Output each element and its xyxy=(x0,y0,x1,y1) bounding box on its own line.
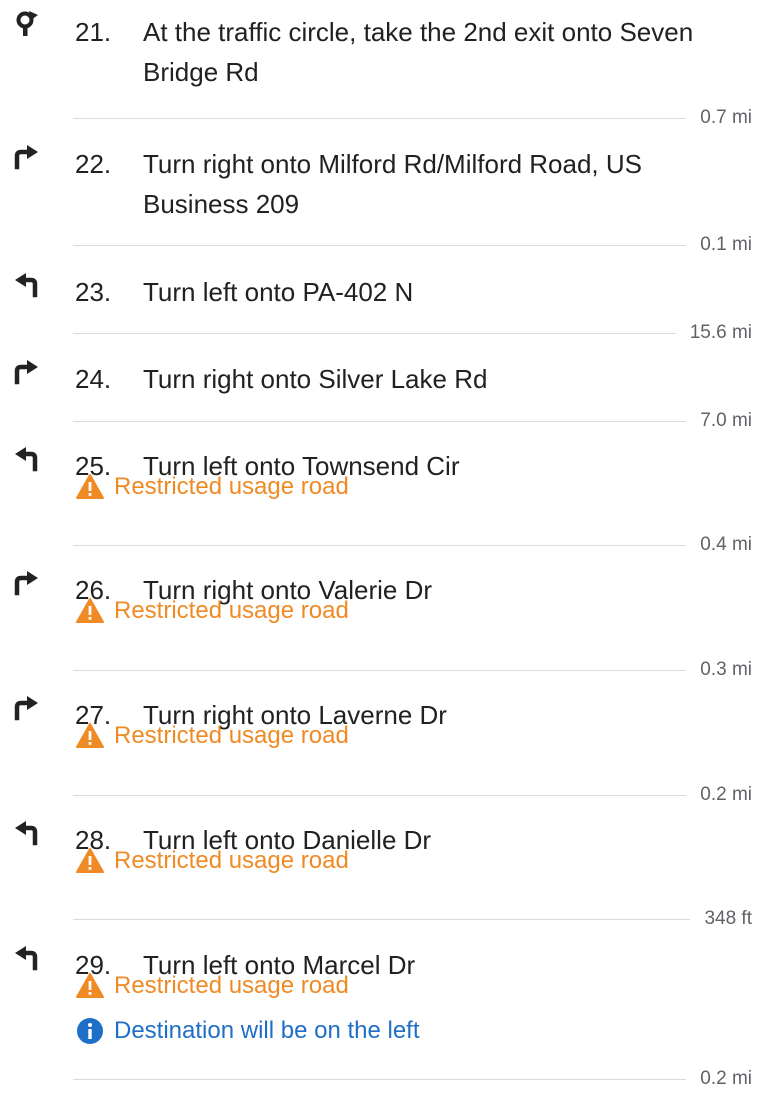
info-icon xyxy=(75,1016,105,1046)
divider xyxy=(73,332,676,334)
warning-icon xyxy=(75,472,105,502)
step-instruction: Turn left onto PA-402 N xyxy=(143,277,414,307)
divider xyxy=(73,1078,687,1080)
step-distance-row: 0.2 mi xyxy=(73,1064,752,1094)
direction-step[interactable]: 26. Turn right onto Valerie Dr Restricted … xyxy=(0,558,759,685)
turn-right-icon xyxy=(12,693,42,723)
restricted-road-notice: Restricted usage road xyxy=(75,471,349,503)
notice-text: Restricted usage road xyxy=(114,597,349,624)
divider xyxy=(73,244,687,246)
turn-right-icon xyxy=(12,357,42,387)
restricted-road-notice: Restricted usage road xyxy=(75,845,349,877)
warning-icon xyxy=(75,971,105,1001)
step-distance: 0.7 mi xyxy=(700,107,752,128)
direction-step[interactable]: 24. Turn right onto Silver Lake Rd 7.0 mi xyxy=(0,347,759,436)
traffic-circle-icon xyxy=(12,10,42,40)
step-distance: 0.3 mi xyxy=(700,659,752,680)
step-distance: 348 ft xyxy=(704,908,752,929)
restricted-road-notice: Restricted usage road xyxy=(75,595,349,627)
divider xyxy=(73,669,687,671)
direction-step[interactable]: 23. Turn left onto PA-402 N 15.6 mi xyxy=(0,260,759,348)
step-distance-row: 15.6 mi xyxy=(73,318,752,348)
step-instruction: Turn right onto Milford Rd/Milford Road,… xyxy=(143,149,643,219)
direction-step[interactable]: 29. Turn left onto Marcel Dr Restricted us… xyxy=(0,933,759,1094)
direction-step[interactable]: 22. Turn right onto Milford Rd/Milford Ro… xyxy=(0,132,759,260)
turn-right-icon xyxy=(12,568,42,598)
divider xyxy=(73,117,687,119)
step-distance-row: 0.7 mi xyxy=(73,103,752,133)
restricted-road-notice: Restricted usage road xyxy=(75,970,349,1002)
step-distance: 0.1 mi xyxy=(700,234,752,255)
step-distance-row: 7.0 mi xyxy=(73,406,752,436)
divider xyxy=(73,918,691,920)
divider xyxy=(73,420,687,422)
turn-right-icon xyxy=(12,142,42,172)
notice-text: Destination will be on the left xyxy=(114,1017,420,1044)
step-distance: 15.6 mi xyxy=(689,322,752,343)
notice-text: Restricted usage road xyxy=(114,473,349,500)
step-number: 22. xyxy=(75,149,112,179)
warning-icon xyxy=(75,846,105,876)
step-distance-row: 0.4 mi xyxy=(73,530,752,560)
warning-icon xyxy=(75,721,105,751)
turn-left-icon xyxy=(12,444,42,474)
step-distance: 0.4 mi xyxy=(700,534,752,555)
step-number: 21. xyxy=(75,17,112,47)
turn-left-icon xyxy=(12,943,42,973)
notice-text: Restricted usage road xyxy=(114,972,349,999)
direction-step[interactable]: 25. Turn left onto Townsend Cir Restricted… xyxy=(0,434,759,560)
turn-left-icon xyxy=(12,270,42,300)
direction-step[interactable]: 27. Turn right onto Laverne Dr Restricted … xyxy=(0,683,759,810)
divider xyxy=(73,794,687,796)
direction-step[interactable]: 21. At the traffic circle, take the 2nd e… xyxy=(0,0,759,133)
turn-left-icon xyxy=(12,818,42,848)
step-distance: 0.2 mi xyxy=(700,784,752,805)
restricted-road-notice: Restricted usage road xyxy=(75,720,349,752)
step-distance-row: 348 ft xyxy=(73,904,752,934)
step-distance-row: 0.2 mi xyxy=(73,780,752,810)
step-instruction: At the traffic circle, take the 2nd exit… xyxy=(143,17,694,87)
notice-text: Restricted usage road xyxy=(114,847,349,874)
step-distance-row: 0.1 mi xyxy=(73,230,752,260)
destination-notice: Destination will be on the left xyxy=(75,1015,420,1047)
step-number: 24. xyxy=(75,364,112,394)
divider xyxy=(73,544,687,546)
step-distance-row: 0.3 mi xyxy=(73,655,752,685)
step-number: 23. xyxy=(75,277,112,307)
direction-step[interactable]: 28. Turn left onto Danielle Dr Restricted … xyxy=(0,808,759,934)
notice-text: Restricted usage road xyxy=(114,722,349,749)
step-instruction: Turn right onto Silver Lake Rd xyxy=(143,364,488,394)
warning-icon xyxy=(75,596,105,626)
step-distance: 0.2 mi xyxy=(700,1068,752,1089)
step-distance: 7.0 mi xyxy=(700,410,752,431)
